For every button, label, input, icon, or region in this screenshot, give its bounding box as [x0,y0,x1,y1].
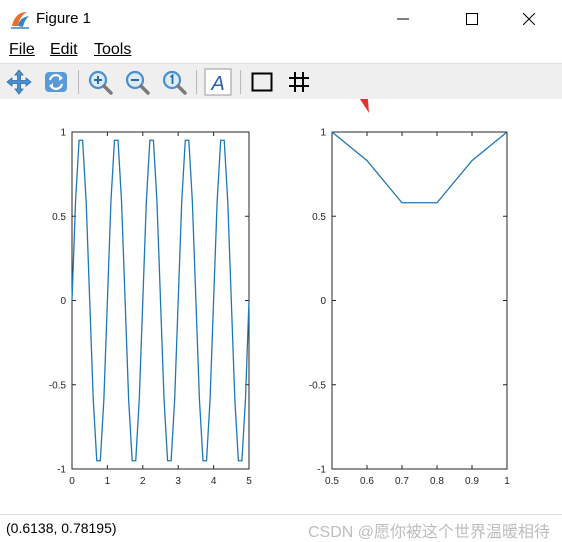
red-annotation-arrow-icon [350,49,369,113]
y-tick-label: 1 [320,128,326,139]
menu-file-label: File [9,41,35,58]
x-tick-label: 0.6 [360,476,374,487]
menu-edit-label: Edit [50,41,78,58]
insert-text-button[interactable]: A [203,67,233,97]
axes-left-sine[interactable]: 0 1 2 3 4 5 1 0.5 0 -0.5 -1 [49,128,252,488]
status-bar: (0.6138, 0.78195) CSDN @愿你被这个世界温暖相待 [0,514,562,541]
axes-box-button[interactable] [247,67,277,97]
close-button[interactable] [506,0,552,38]
y-tick-label: -1 [57,465,66,476]
y-tick-label: 0 [320,296,326,307]
axes-right-curve[interactable]: 0.5 0.6 0.7 0.8 0.9 1 1 0.5 0 -0.5 -1 [309,128,510,488]
toolbar-separator [196,70,197,94]
y-tick-label: -0.5 [49,380,67,391]
axes-frame [331,131,508,470]
y-tick-label: -0.5 [309,380,327,391]
menu-file[interactable]: File [9,41,35,59]
rotate-icon [45,72,67,92]
grid-icon [289,72,309,92]
zoom-out-button[interactable] [122,67,152,97]
title-bar: Figure 1 [0,0,562,38]
menu-bar: File Edit Tools [0,38,562,62]
window-title: Figure 1 [36,10,92,27]
figure-canvas[interactable]: 0 1 2 3 4 5 1 0.5 0 -0.5 -1 0.5 0.6 0.7 0.8 0.9 1 1 0.5 0-… [0,49,562,513]
x-tick-label: 5 [246,476,252,487]
octave-app-icon [11,12,29,29]
zoom-in-icon [88,70,113,95]
x-tick-label: 0.5 [325,476,339,487]
toolbar: A [0,63,562,100]
x-tick-label: 3 [175,476,181,487]
svg-text:A: A [210,73,224,95]
pan-icon [6,69,32,95]
watermark-text: CSDN @愿你被这个世界温暖相待 [307,524,550,541]
figure-plots[interactable]: 0 1 2 3 4 510.50-0.5-1 0.5 0.6 0.7 0.8 0.9 110.50-… [0,49,562,513]
menu-tools-label: Tools [94,41,132,58]
y-tick-label: 0.5 [312,212,326,223]
x-tick-label: 2 [140,476,146,487]
pan-button[interactable] [4,67,34,97]
cursor-coordinates: (0.6138, 0.78195) [6,520,117,536]
toolbar-separator [240,70,241,94]
x-tick-label: 1 [105,476,111,487]
x-tick-label: 0.9 [465,476,479,487]
maximize-icon [466,13,478,25]
minimize-icon [397,18,409,20]
x-tick-label: 4 [211,476,217,487]
zoom-out-icon [125,70,150,95]
menu-tools[interactable]: Tools [94,41,131,59]
axes-box-icon [251,72,273,92]
menu-edit[interactable]: Edit [50,41,78,59]
series-line [71,139,250,462]
zoom-reset-icon [162,70,187,95]
grid-button[interactable] [284,67,314,97]
zoom-in-button[interactable] [85,67,115,97]
zoom-reset-button[interactable] [159,67,189,97]
x-tick-label: 0 [69,476,75,487]
toolbar-separator [78,70,79,94]
series-line [331,131,508,204]
close-icon [523,13,535,25]
y-tick-label: 0 [60,296,66,307]
maximize-button[interactable] [449,0,495,38]
rotate-button[interactable] [41,67,71,97]
x-tick-label: 0.7 [395,476,409,487]
x-tick-label: 1 [504,476,510,487]
minimize-button[interactable] [380,0,426,38]
y-tick-label: 1 [60,128,66,139]
x-tick-label: 0.8 [430,476,444,487]
text-icon: A [204,68,232,96]
y-tick-label: -1 [317,465,326,476]
y-tick-label: 0.5 [52,212,66,223]
